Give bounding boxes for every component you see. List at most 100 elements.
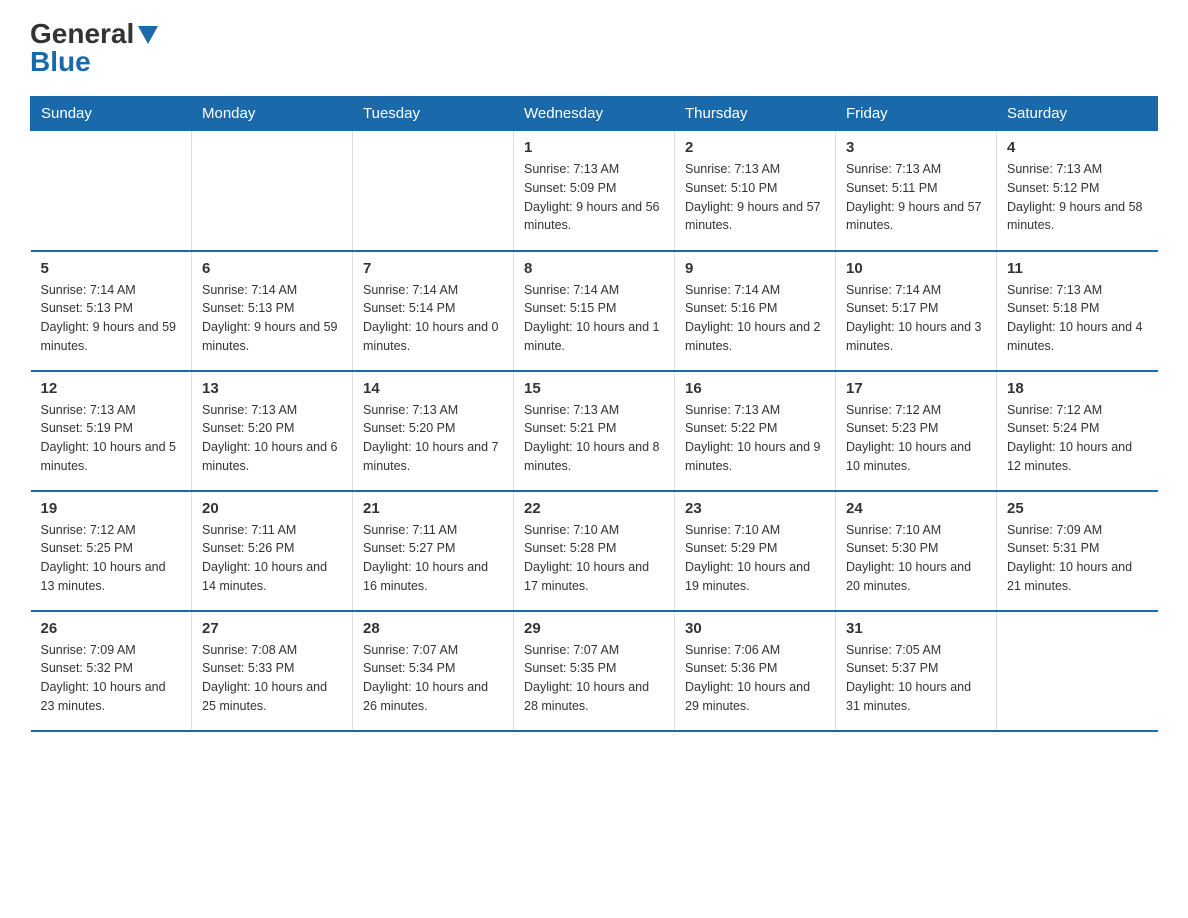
col-header-friday: Friday	[836, 97, 997, 131]
day-info: Sunrise: 7:13 AM Sunset: 5:10 PM Dayligh…	[685, 160, 825, 235]
day-number: 10	[846, 260, 986, 277]
day-info: Sunrise: 7:09 AM Sunset: 5:32 PM Dayligh…	[41, 641, 182, 716]
day-info: Sunrise: 7:12 AM Sunset: 5:23 PM Dayligh…	[846, 401, 986, 476]
calendar-cell: 15Sunrise: 7:13 AM Sunset: 5:21 PM Dayli…	[514, 371, 675, 491]
calendar-cell: 26 Sunrise: 7:09 AM Sunset: 5:32 PM Dayli…	[31, 611, 192, 731]
day-number: 13	[202, 380, 342, 397]
calendar-header-row: SundayMondayTuesdayWednesdayThursdayFrid…	[31, 97, 1158, 131]
day-info: Sunrise: 7:10 AM Sunset: 5:28 PM Dayligh…	[524, 521, 664, 596]
day-info: Sunrise: 7:11 AM Sunset: 5:27 PM Dayligh…	[363, 521, 503, 596]
day-info: Sunrise: 7:13 AM Sunset: 5:11 PM Dayligh…	[846, 160, 986, 235]
calendar-cell: 24 Sunrise: 7:10 AM Sunset: 5:30 PM Dayli…	[836, 491, 997, 611]
day-number: 2	[685, 139, 825, 156]
logo: General Blue	[30, 20, 158, 76]
day-info: Sunrise: 7:10 AM Sunset: 5:30 PM Dayligh…	[846, 521, 986, 596]
day-number: 30	[685, 620, 825, 637]
day-info: Sunrise: 7:12 AM Sunset: 5:24 PM Dayligh…	[1007, 401, 1148, 476]
day-info: Sunrise: 7:12 AM Sunset: 5:25 PM Dayligh…	[41, 521, 182, 596]
col-header-wednesday: Wednesday	[514, 97, 675, 131]
day-number: 4	[1007, 139, 1148, 156]
calendar-cell: 8 Sunrise: 7:14 AM Sunset: 5:15 PM Daylig…	[514, 251, 675, 371]
day-number: 16	[685, 380, 825, 397]
day-info: Sunrise: 7:13 AM Sunset: 5:12 PM Dayligh…	[1007, 160, 1148, 235]
calendar-cell: 3 Sunrise: 7:13 AM Sunset: 5:11 PM Daylig…	[836, 131, 997, 251]
day-number: 14	[363, 380, 503, 397]
day-info: Sunrise: 7:05 AM Sunset: 5:37 PM Dayligh…	[846, 641, 986, 716]
day-number: 21	[363, 500, 503, 517]
calendar-cell	[353, 131, 514, 251]
day-number: 28	[363, 620, 503, 637]
calendar-cell: 5Sunrise: 7:14 AM Sunset: 5:13 PM Daylig…	[31, 251, 192, 371]
calendar-week-row: 19 Sunrise: 7:12 AM Sunset: 5:25 PM Dayli…	[31, 491, 1158, 611]
col-header-saturday: Saturday	[997, 97, 1158, 131]
day-info: Sunrise: 7:11 AM Sunset: 5:26 PM Dayligh…	[202, 521, 342, 596]
day-number: 31	[846, 620, 986, 637]
calendar-cell: 29 Sunrise: 7:07 AM Sunset: 5:35 PM Dayli…	[514, 611, 675, 731]
day-number: 3	[846, 139, 986, 156]
calendar-cell: 14 Sunrise: 7:13 AM Sunset: 5:20 PM Dayli…	[353, 371, 514, 491]
day-info: Sunrise: 7:09 AM Sunset: 5:31 PM Dayligh…	[1007, 521, 1148, 596]
calendar-cell	[997, 611, 1158, 731]
day-number: 19	[41, 500, 182, 517]
calendar-cell: 6 Sunrise: 7:14 AM Sunset: 5:13 PM Daylig…	[192, 251, 353, 371]
day-number: 25	[1007, 500, 1148, 517]
page-header: General Blue	[30, 20, 1158, 76]
day-number: 15	[524, 380, 664, 397]
day-number: 17	[846, 380, 986, 397]
col-header-thursday: Thursday	[675, 97, 836, 131]
day-number: 18	[1007, 380, 1148, 397]
day-number: 6	[202, 260, 342, 277]
calendar-cell: 18 Sunrise: 7:12 AM Sunset: 5:24 PM Dayli…	[997, 371, 1158, 491]
calendar-cell: 30 Sunrise: 7:06 AM Sunset: 5:36 PM Dayli…	[675, 611, 836, 731]
calendar-week-row: 1 Sunrise: 7:13 AM Sunset: 5:09 PM Daylig…	[31, 131, 1158, 251]
day-info: Sunrise: 7:13 AM Sunset: 5:09 PM Dayligh…	[524, 160, 664, 235]
day-number: 8	[524, 260, 664, 277]
day-info: Sunrise: 7:06 AM Sunset: 5:36 PM Dayligh…	[685, 641, 825, 716]
day-info: Sunrise: 7:13 AM Sunset: 5:19 PM Dayligh…	[41, 401, 182, 476]
day-number: 29	[524, 620, 664, 637]
calendar-cell: 21 Sunrise: 7:11 AM Sunset: 5:27 PM Dayli…	[353, 491, 514, 611]
logo-general: General	[30, 20, 134, 48]
calendar-week-row: 5 Sunrise: 7:14 AM Sunset: 5:13 PM Daylig…	[31, 251, 1158, 371]
day-info: Sunrise: 7:13 AM Sunset: 5:20 PM Dayligh…	[363, 401, 503, 476]
calendar-cell: 27Sunrise: 7:08 AM Sunset: 5:33 PM Dayli…	[192, 611, 353, 731]
day-number: 7	[363, 260, 503, 277]
day-info: Sunrise: 7:13 AM Sunset: 5:18 PM Dayligh…	[1007, 281, 1148, 356]
calendar-cell: 7 Sunrise: 7:14 AM Sunset: 5:14 PM Daylig…	[353, 251, 514, 371]
day-number: 22	[524, 500, 664, 517]
day-info: Sunrise: 7:10 AM Sunset: 5:29 PM Dayligh…	[685, 521, 825, 596]
col-header-tuesday: Tuesday	[353, 97, 514, 131]
calendar-cell: 13 Sunrise: 7:13 AM Sunset: 5:20 PM Dayli…	[192, 371, 353, 491]
day-info: Sunrise: 7:07 AM Sunset: 5:35 PM Dayligh…	[524, 641, 664, 716]
calendar-cell	[192, 131, 353, 251]
calendar-cell: 11Sunrise: 7:13 AM Sunset: 5:18 PM Dayli…	[997, 251, 1158, 371]
calendar-cell: 1 Sunrise: 7:13 AM Sunset: 5:09 PM Daylig…	[514, 131, 675, 251]
day-info: Sunrise: 7:14 AM Sunset: 5:15 PM Dayligh…	[524, 281, 664, 356]
calendar-cell	[31, 131, 192, 251]
day-number: 5	[41, 260, 182, 277]
calendar-table: SundayMondayTuesdayWednesdayThursdayFrid…	[30, 96, 1158, 732]
day-info: Sunrise: 7:14 AM Sunset: 5:14 PM Dayligh…	[363, 281, 503, 356]
logo-triangle-icon	[138, 26, 158, 44]
col-header-sunday: Sunday	[31, 97, 192, 131]
day-number: 26	[41, 620, 182, 637]
calendar-cell: 9Sunrise: 7:14 AM Sunset: 5:16 PM Daylig…	[675, 251, 836, 371]
logo-blue: Blue	[30, 48, 158, 76]
calendar-cell: 31 Sunrise: 7:05 AM Sunset: 5:37 PM Dayli…	[836, 611, 997, 731]
calendar-cell: 10 Sunrise: 7:14 AM Sunset: 5:17 PM Dayli…	[836, 251, 997, 371]
calendar-cell: 17 Sunrise: 7:12 AM Sunset: 5:23 PM Dayli…	[836, 371, 997, 491]
calendar-cell: 19 Sunrise: 7:12 AM Sunset: 5:25 PM Dayli…	[31, 491, 192, 611]
day-number: 24	[846, 500, 986, 517]
day-info: Sunrise: 7:14 AM Sunset: 5:13 PM Dayligh…	[202, 281, 342, 356]
calendar-week-row: 12Sunrise: 7:13 AM Sunset: 5:19 PM Dayli…	[31, 371, 1158, 491]
day-info: Sunrise: 7:14 AM Sunset: 5:16 PM Dayligh…	[685, 281, 825, 356]
calendar-cell: 16 Sunrise: 7:13 AM Sunset: 5:22 PM Dayli…	[675, 371, 836, 491]
calendar-cell: 28Sunrise: 7:07 AM Sunset: 5:34 PM Dayli…	[353, 611, 514, 731]
calendar-week-row: 26 Sunrise: 7:09 AM Sunset: 5:32 PM Dayli…	[31, 611, 1158, 731]
day-info: Sunrise: 7:13 AM Sunset: 5:20 PM Dayligh…	[202, 401, 342, 476]
day-info: Sunrise: 7:13 AM Sunset: 5:22 PM Dayligh…	[685, 401, 825, 476]
col-header-monday: Monday	[192, 97, 353, 131]
calendar-cell: 4 Sunrise: 7:13 AM Sunset: 5:12 PM Daylig…	[997, 131, 1158, 251]
day-info: Sunrise: 7:14 AM Sunset: 5:17 PM Dayligh…	[846, 281, 986, 356]
day-number: 1	[524, 139, 664, 156]
